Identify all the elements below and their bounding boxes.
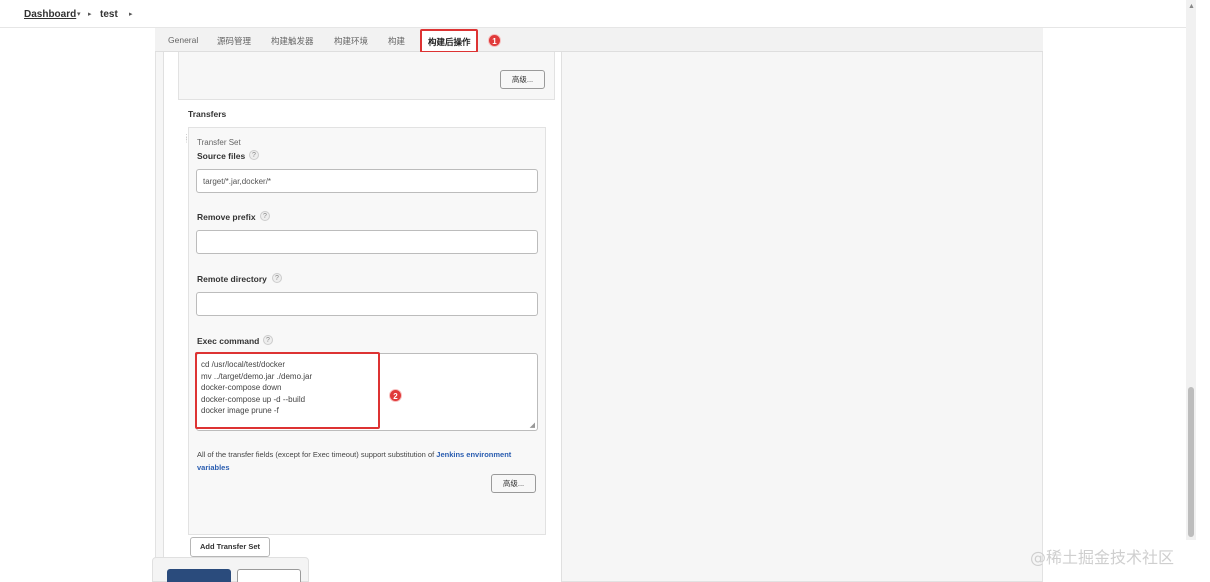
chevron-right-icon: ▸ [88, 11, 92, 18]
source-files-input[interactable]: target/*.jar,docker/* [196, 169, 538, 193]
tab-post-build-actions-label: 构建后操作 [428, 37, 471, 47]
previous-section-panel [178, 52, 555, 100]
source-files-label: Source files [197, 151, 246, 161]
help-icon[interactable]: ? [263, 335, 273, 345]
tab-build-environment[interactable]: 构建环境 [334, 35, 368, 47]
transfer-set-label: Transfer Set [197, 138, 241, 147]
save-button[interactable] [167, 569, 231, 582]
annotation-marker-1: 1 [488, 34, 501, 47]
tab-general[interactable]: General [168, 35, 198, 45]
watermark: @稀土掘金技术社区 [1030, 548, 1175, 567]
tab-build-triggers[interactable]: 构建触发器 [271, 35, 314, 47]
breadcrumb-job-link[interactable]: test [100, 9, 118, 20]
substitution-info-text: All of the transfer fields (except for E… [197, 448, 527, 474]
tab-build[interactable]: 构建 [388, 35, 405, 47]
scrollbar-thumb[interactable] [1188, 387, 1194, 537]
transfer-advanced-button[interactable]: 高级... [491, 474, 536, 493]
remote-directory-label: Remote directory [197, 274, 267, 284]
chevron-down-icon[interactable]: ▾ [77, 10, 81, 18]
resize-handle-icon[interactable]: ◢ [530, 421, 535, 429]
exec-command-label: Exec command [197, 336, 260, 346]
remove-prefix-input[interactable] [196, 230, 538, 254]
add-transfer-set-button[interactable]: Add Transfer Set [190, 537, 270, 557]
breadcrumb-dashboard-link[interactable]: Dashboard [24, 9, 76, 20]
scroll-up-arrow-icon[interactable]: ▲ [1188, 3, 1195, 10]
remove-prefix-label: Remove prefix [197, 212, 256, 222]
remote-directory-input[interactable] [196, 292, 538, 316]
help-icon[interactable]: ? [249, 150, 259, 160]
breadcrumb [0, 0, 1186, 28]
tab-post-build-actions[interactable]: 构建后操作 [420, 29, 478, 53]
info-text: All of the transfer fields (except for E… [197, 450, 437, 459]
help-icon[interactable]: ? [260, 211, 270, 221]
help-icon[interactable]: ? [272, 273, 282, 283]
advanced-button[interactable]: 高级... [500, 70, 545, 89]
chevron-right-icon[interactable]: ▸ [129, 10, 133, 18]
exec-command-highlight [195, 352, 380, 429]
annotation-marker-2: 2 [389, 389, 402, 402]
transfers-heading: Transfers [188, 109, 227, 119]
tab-scm[interactable]: 源码管理 [217, 35, 251, 47]
apply-button[interactable] [237, 569, 301, 582]
drag-handle-icon[interactable]: ⋮ ⋮ [183, 134, 190, 148]
